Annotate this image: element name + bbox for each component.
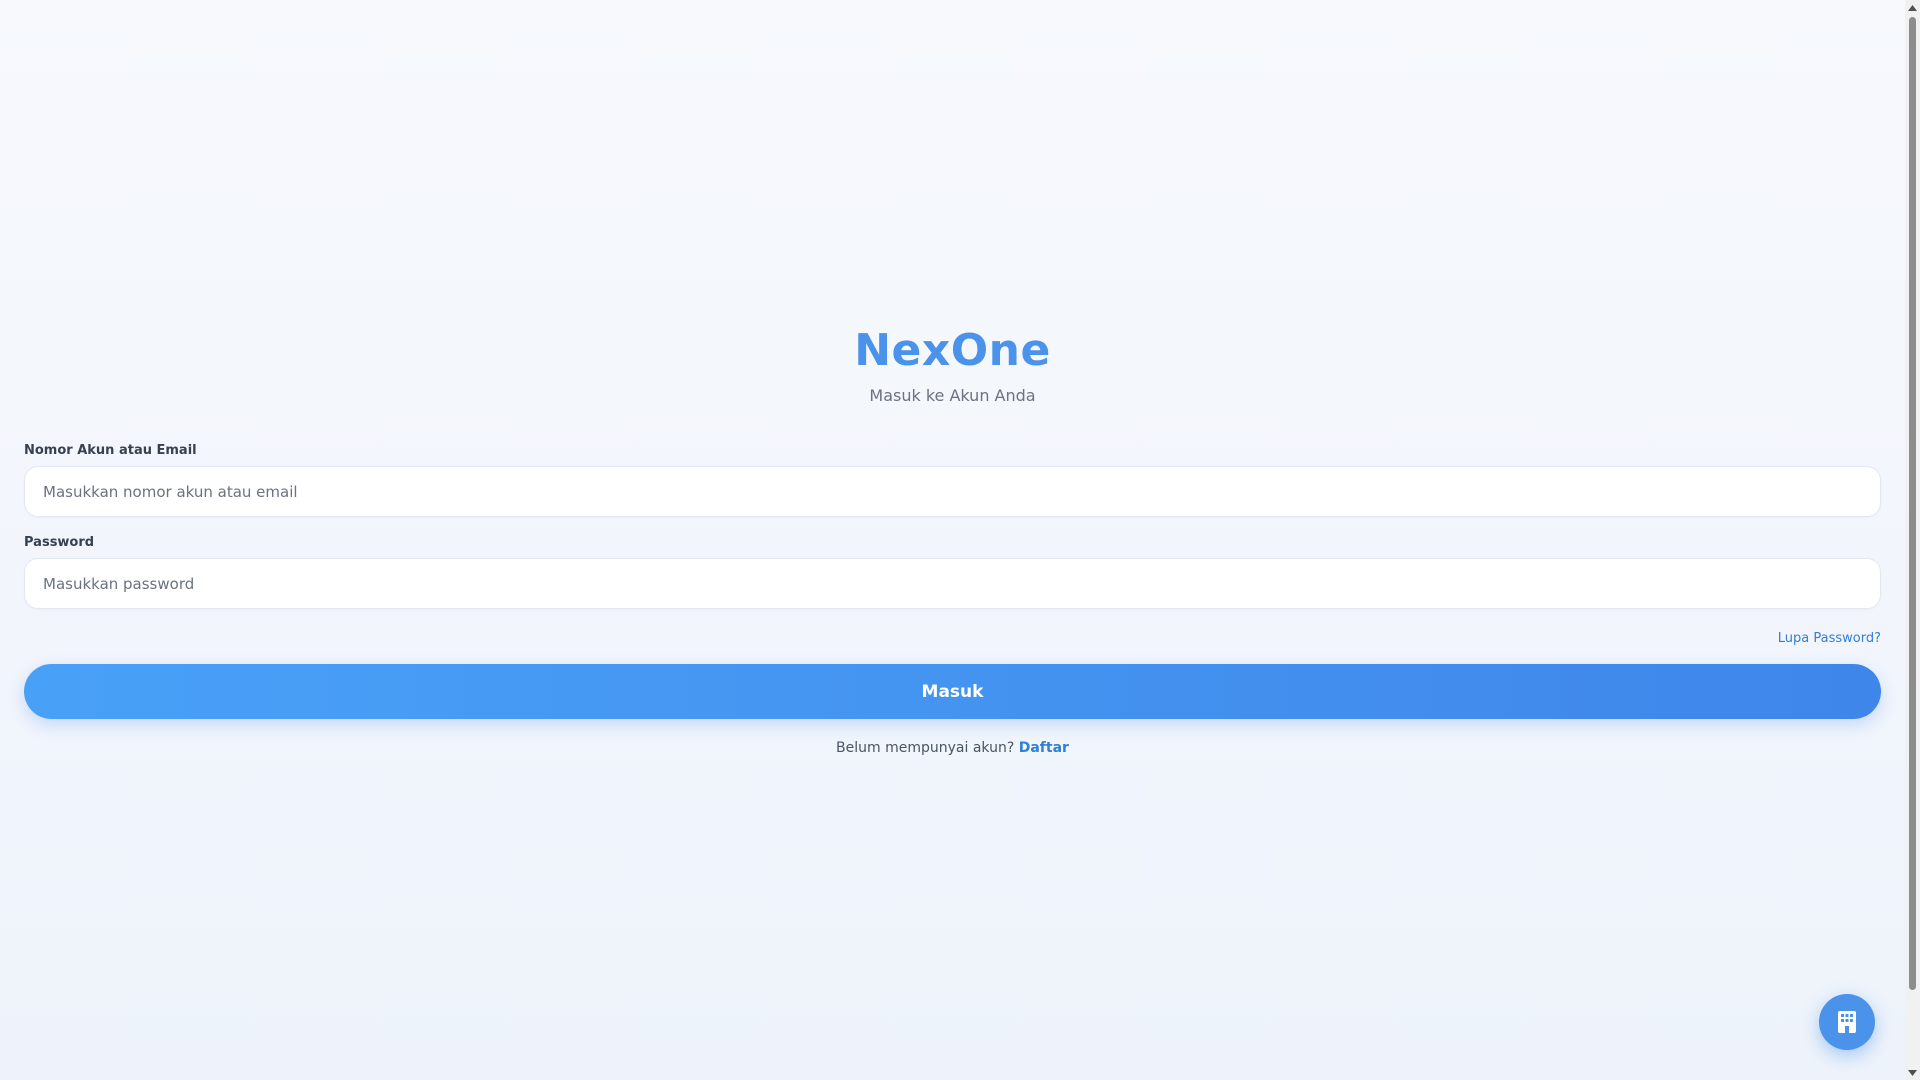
login-button[interactable]: Masuk xyxy=(24,664,1881,719)
brand-logo: NexOne xyxy=(854,325,1051,376)
scroll-down-arrow[interactable] xyxy=(1905,1065,1920,1080)
page-scrollbar[interactable] xyxy=(1905,0,1920,1080)
account-input[interactable] xyxy=(25,467,1880,516)
password-field-label: Password xyxy=(24,535,95,550)
register-prompt: Belum mempunyai akun? Daftar xyxy=(0,740,1905,756)
account-field-wrapper xyxy=(24,466,1881,517)
floating-action-button[interactable] xyxy=(1819,994,1875,1050)
scroll-up-arrow[interactable] xyxy=(1905,0,1920,15)
register-link[interactable]: Daftar xyxy=(1019,740,1069,756)
scroll-thumb[interactable] xyxy=(1909,17,1916,990)
account-field-label: Nomor Akun atau Email xyxy=(24,443,197,458)
building-icon xyxy=(1838,1011,1856,1033)
forgot-password-link[interactable]: Lupa Password? xyxy=(1778,631,1881,646)
login-subtitle: Masuk ke Akun Anda xyxy=(869,386,1036,405)
triangle-up-icon xyxy=(1908,4,1917,11)
password-input[interactable] xyxy=(25,559,1880,608)
register-prompt-text: Belum mempunyai akun? xyxy=(836,740,1015,756)
triangle-down-icon xyxy=(1908,1069,1917,1076)
login-page: NexOne Masuk ke Akun Anda Nomor Akun ata… xyxy=(0,0,1905,1080)
password-field-wrapper xyxy=(24,558,1881,609)
